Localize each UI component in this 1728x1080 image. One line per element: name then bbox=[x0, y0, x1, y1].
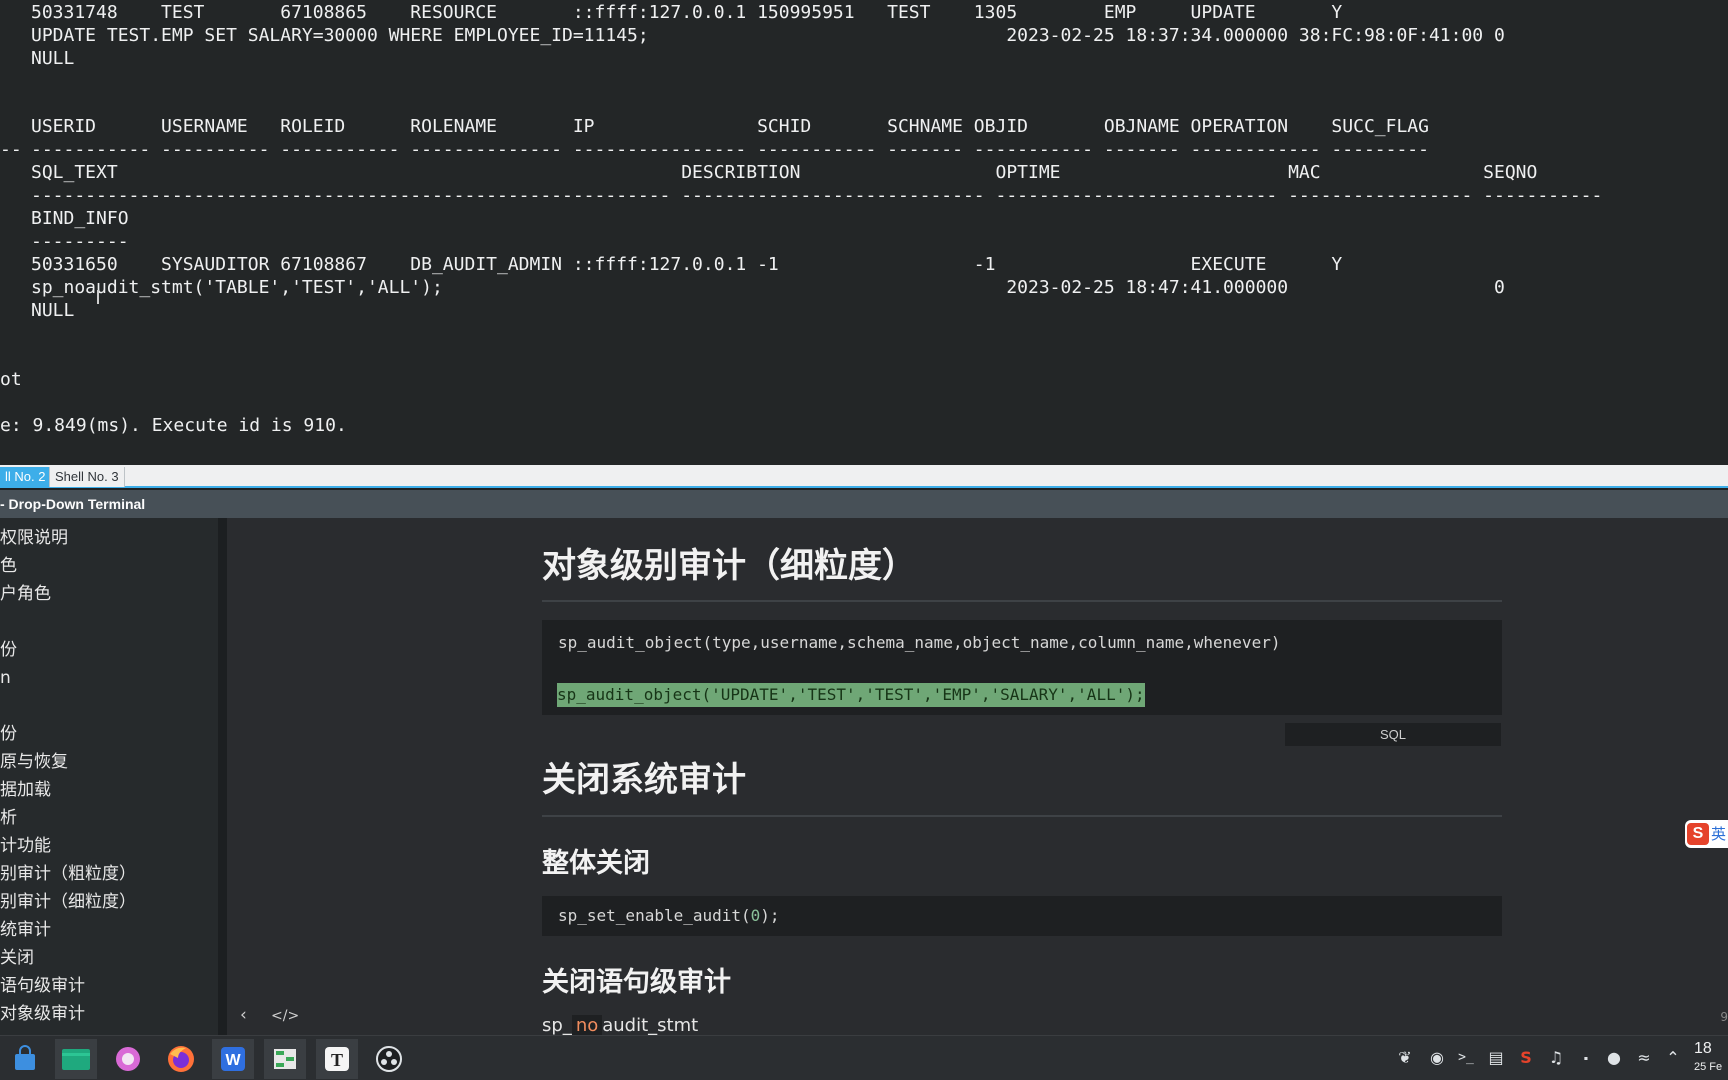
code-block-audit-object[interactable]: sp_audit_object(type,username,schema_nam… bbox=[542, 620, 1502, 715]
sidebar-item[interactable]: 关闭 bbox=[0, 945, 34, 971]
obs-studio-icon[interactable] bbox=[368, 1039, 410, 1079]
sidebar-item[interactable]: 别审计（粗粒度） bbox=[0, 861, 136, 887]
terminal-line: USERID USERNAME ROLEID ROLENAME IP SCHID… bbox=[31, 116, 1429, 137]
store-icon[interactable] bbox=[4, 1039, 46, 1079]
firefox-icon[interactable] bbox=[160, 1039, 202, 1079]
tray-wifi-icon[interactable]: ≈ bbox=[1633, 1048, 1655, 1068]
file-manager-icon[interactable] bbox=[55, 1039, 97, 1079]
sidebar-item[interactable]: 份 bbox=[0, 721, 17, 747]
sidebar-item[interactable]: n bbox=[0, 665, 11, 691]
tray-sogou-icon[interactable]: S bbox=[1515, 1048, 1537, 1068]
terminal-line: ----------- ---------- ----------- -----… bbox=[31, 139, 1429, 160]
heading-close-all: 整体关闭 bbox=[542, 848, 650, 879]
sidebar-item[interactable]: 户角色 bbox=[0, 581, 51, 607]
sidebar-item[interactable]: 语句级审计 bbox=[0, 973, 85, 999]
heading-close-system-audit: 关闭系统审计 bbox=[542, 760, 746, 800]
wps-writer-icon[interactable]: W bbox=[212, 1039, 254, 1079]
tab-shell-3[interactable]: Shell No. 3 bbox=[49, 467, 125, 487]
tray-bluetooth-icon[interactable]: ⬝ bbox=[1575, 1048, 1597, 1068]
terminal-line: UPDATE TEST.EMP SET SALARY=30000 WHERE E… bbox=[31, 25, 1505, 46]
terminal-line: ot bbox=[0, 369, 22, 390]
inline-code-noaudit: sp_ no audit_stmt bbox=[542, 1015, 699, 1035]
doc-sidebar[interactable]: ​ 权限说明 色 户角色 份 n 份 原与恢复 据加载 析 计功能 别审计（粗粒… bbox=[0, 518, 218, 1035]
code-line: sp_set_enable_audit(0); bbox=[558, 906, 780, 925]
terminal-line: NULL bbox=[31, 48, 75, 69]
tray-leaf-icon[interactable]: ❦ bbox=[1394, 1048, 1416, 1068]
terminal-line: -- bbox=[0, 139, 22, 160]
svg-text:T: T bbox=[331, 1050, 343, 1070]
terminal-line: 50331748 TEST 67108865 RESOURCE ::ffff:1… bbox=[31, 2, 1343, 23]
sidebar-item[interactable]: 色 bbox=[0, 553, 17, 579]
terminal-line: 50331650 SYSAUDITOR 67108867 DB_AUDIT_AD… bbox=[31, 254, 1343, 275]
sogou-icon: S bbox=[1687, 823, 1709, 845]
terminal-line: --------- bbox=[31, 231, 129, 252]
screenshot-tool-icon[interactable] bbox=[107, 1039, 149, 1079]
prev-page-icon[interactable]: ‹ bbox=[240, 1005, 247, 1025]
sidebar-item[interactable]: 计功能 bbox=[0, 833, 51, 859]
code-view-icon[interactable]: </> bbox=[271, 1008, 299, 1024]
system-clock[interactable]: 18 25 Fe bbox=[1694, 1038, 1728, 1074]
tab-shell-2[interactable]: ll No. 2 bbox=[0, 467, 51, 487]
sidebar-divider[interactable] bbox=[218, 518, 227, 1035]
sidebar-item[interactable]: 份 bbox=[0, 637, 17, 663]
heading-close-stmt-audit: 关闭语句级审计 bbox=[542, 967, 731, 998]
terminal-line: e: 9.849(ms). Execute id is 910. bbox=[0, 415, 347, 436]
tray-terminal-icon[interactable]: >_ bbox=[1455, 1048, 1477, 1068]
tray-volume-icon[interactable]: ♫ bbox=[1545, 1048, 1567, 1068]
taskbar: W T ❦ ◉ >_ ▤ S ♫ ⬝ ● ≈ ⌃ 18 25 Fe bbox=[0, 1035, 1728, 1080]
doc-content[interactable]: 对象级别审计（细粒度） sp_audit_object(type,usernam… bbox=[227, 518, 1728, 1035]
sidebar-item[interactable]: 别审计（细粒度） bbox=[0, 889, 136, 915]
terminal-line: ----------------------------------------… bbox=[31, 185, 1603, 206]
heading-divider bbox=[542, 600, 1502, 602]
terminal-line: SQL_TEXT DESCRIBTION OPTIME MAC SEQNO bbox=[31, 162, 1538, 183]
sidebar-item[interactable]: 据加载 bbox=[0, 777, 51, 803]
spreadsheet-icon[interactable] bbox=[264, 1039, 306, 1079]
terminal-line: BIND_INFO bbox=[31, 208, 129, 229]
terminal-output[interactable]: 50331748 TEST 67108865 RESOURCE ::ffff:1… bbox=[0, 0, 1728, 465]
terminal-line: sp_noaudit_stmt('TABLE','TEST','ALL'); 2… bbox=[31, 277, 1505, 298]
window-title: - Drop-Down Terminal bbox=[0, 496, 146, 512]
code-line-selected: sp_audit_object('UPDATE','TEST','TEST','… bbox=[557, 683, 1145, 707]
ime-language-label: 英 bbox=[1711, 825, 1727, 843]
clock-date: 25 Fe bbox=[1694, 1061, 1723, 1073]
window-title-bar[interactable]: - Drop-Down Terminal bbox=[0, 490, 1728, 518]
tray-clipboard-icon[interactable]: ▤ bbox=[1485, 1048, 1507, 1068]
sidebar-item[interactable]: 析 bbox=[0, 805, 17, 831]
tray-microphone-icon[interactable]: ● bbox=[1603, 1048, 1625, 1068]
heading-object-audit: 对象级别审计（细粒度） bbox=[542, 546, 916, 586]
tray-obs-icon[interactable]: ◉ bbox=[1426, 1048, 1448, 1068]
page-marker: 9 bbox=[1720, 1010, 1728, 1024]
clock-time: 18 bbox=[1694, 1040, 1712, 1057]
terminal-tab-bar: ll No. 2 Shell No. 3 bbox=[0, 465, 1728, 488]
sidebar-item[interactable]: 对象级审计 bbox=[0, 1001, 85, 1027]
typora-icon[interactable]: T bbox=[316, 1039, 358, 1079]
sogou-ime-badge[interactable]: S 英 bbox=[1685, 820, 1728, 848]
code-language-label[interactable]: SQL bbox=[1285, 723, 1501, 746]
sidebar-item[interactable]: 原与恢复 bbox=[0, 749, 68, 775]
sidebar-item[interactable]: 权限说明 bbox=[0, 525, 68, 551]
code-block-disable-audit[interactable]: sp_set_enable_audit(0); bbox=[542, 896, 1502, 936]
text-cursor-icon bbox=[97, 290, 99, 304]
svg-text:W: W bbox=[225, 1052, 241, 1069]
sidebar-item[interactable]: 统审计 bbox=[0, 917, 51, 943]
code-line: sp_audit_object(type,username,schema_nam… bbox=[558, 633, 1281, 652]
tray-expand-icon[interactable]: ⌃ bbox=[1662, 1048, 1684, 1068]
heading-divider bbox=[542, 815, 1502, 817]
terminal-line: NULL bbox=[31, 300, 75, 321]
